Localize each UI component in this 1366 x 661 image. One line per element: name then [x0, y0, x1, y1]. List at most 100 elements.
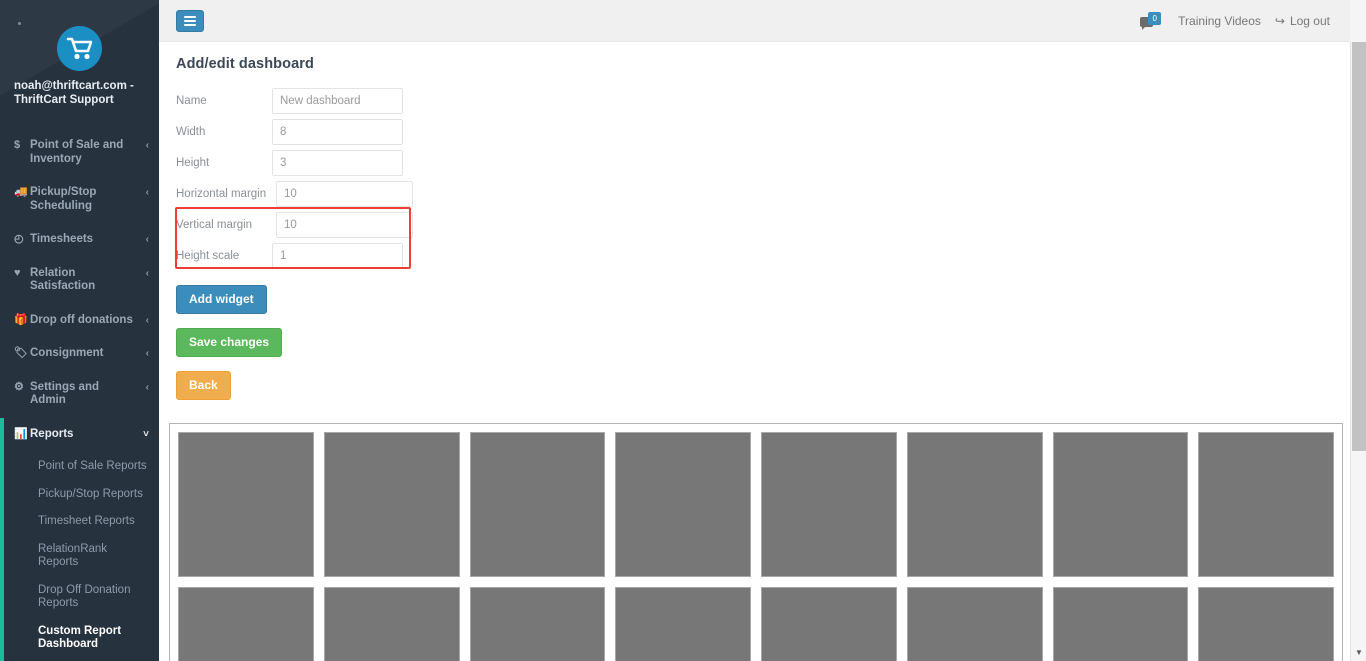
chevron-left-icon: ‹ — [145, 140, 149, 151]
height-scale-input[interactable] — [272, 242, 403, 269]
grid-cell[interactable] — [469, 587, 606, 661]
sidebar-item-label: Relation Satisfaction — [30, 266, 96, 293]
grid-cell[interactable] — [906, 587, 1043, 661]
grid-cell[interactable] — [323, 432, 460, 577]
sidebar-item-point-of-sale-and-inventory[interactable]: $ Point of Sale and Inventory ‹ — [0, 129, 159, 176]
chevron-left-icon: ‹ — [145, 381, 149, 393]
notification-badge: 0 — [1148, 11, 1162, 25]
sidebar-item-pickup-stop-scheduling[interactable]: 🚚 Pickup/Stop Scheduling ‹ — [0, 176, 159, 223]
form-row-height: Height — [176, 147, 576, 178]
height-scale-label: Height scale — [176, 249, 240, 262]
sidebar-item-reports[interactable]: 📊 Reports ˅ — [0, 418, 159, 452]
name-input[interactable] — [272, 87, 403, 114]
main-area: 0 Training Videos ↪ Log out Add/edit das… — [159, 0, 1366, 661]
sidebar-brand: noah@thriftcart.com - ThriftCart Support — [0, 0, 159, 121]
sidebar-subitem-relationrank-reports[interactable]: RelationRank Reports — [0, 536, 159, 577]
form-row-width: Width — [176, 116, 576, 147]
notifications-button[interactable]: 0 — [1140, 10, 1164, 32]
gift-icon: 🎁 — [14, 313, 28, 326]
training-videos-link[interactable]: Training Videos — [1178, 14, 1261, 28]
logout-label: Log out — [1289, 13, 1330, 28]
height-input[interactable] — [272, 149, 403, 176]
topbar-scrollbar-cap — [1350, 0, 1366, 42]
sidebar-user-info: noah@thriftcart.com - ThriftCart Support — [0, 79, 159, 107]
sidebar-user-email: noah@thriftcart.com - — [14, 80, 134, 92]
sidebar-item-label: Drop off donations — [30, 313, 133, 326]
grid-cell[interactable] — [761, 587, 897, 661]
chevron-left-icon: ‹ — [145, 187, 149, 198]
shopping-cart-icon — [57, 26, 102, 71]
grid-cell[interactable] — [1052, 587, 1189, 661]
grid-cell[interactable] — [323, 587, 460, 661]
add-widget-button[interactable]: Add widget — [176, 285, 267, 314]
form-row-vertical-margin: Vertical margin — [176, 209, 576, 240]
scrollbar-thumb[interactable] — [1352, 19, 1366, 451]
horizontal-margin-input[interactable] — [276, 180, 413, 207]
top-bar: 0 Training Videos ↪ Log out — [159, 0, 1366, 42]
sidebar-item-label: Point of Sale and Inventory — [30, 139, 124, 165]
page-title: Add/edit dashboard — [176, 56, 314, 72]
scroll-down-arrow-icon[interactable]: ▼ — [1351, 644, 1366, 661]
chevron-left-icon: ‹ — [145, 234, 149, 245]
sidebar-group-reports: 📊 Reports ˅ Point of Sale Reports Pickup… — [0, 417, 159, 661]
chevron-left-icon: ‹ — [145, 267, 149, 279]
sidebar-user-org: ThriftCart Support — [14, 94, 114, 106]
sidebar: noah@thriftcart.com - ThriftCart Support… — [0, 0, 159, 661]
sidebar-item-relation-satisfaction[interactable]: ♥ Relation Satisfaction ‹ — [0, 257, 159, 304]
truck-icon: 🚚 — [14, 186, 28, 198]
bar-chart-icon: 📊 — [14, 427, 28, 440]
sidebar-item-label: Timesheets — [30, 233, 94, 245]
sidebar-item-label: Reports — [30, 427, 74, 440]
width-label: Width — [176, 125, 206, 138]
grid-cell[interactable] — [1052, 432, 1189, 577]
heart-icon: ♥ — [14, 266, 21, 279]
name-label: Name — [176, 94, 207, 107]
chevron-left-icon: ‹ — [145, 348, 149, 359]
grid-cell[interactable] — [178, 587, 314, 661]
grid-rows — [178, 432, 1334, 661]
back-button[interactable]: Back — [176, 371, 231, 400]
training-videos-label: Training Videos — [1178, 13, 1261, 28]
page-scrollbar[interactable]: ▲ ▼ — [1350, 0, 1366, 661]
sidebar-subitem-timesheet-reports[interactable]: Timesheet Reports — [0, 508, 159, 536]
sidebar-subitem-custom-report-dashboard[interactable]: Custom Report Dashboard — [0, 618, 159, 659]
sidebar-item-label: Consignment — [30, 347, 104, 359]
hamburger-bars — [184, 14, 196, 28]
tag-icon: 🏷 — [14, 347, 28, 359]
sidebar-subitem-pickup-stop-reports[interactable]: Pickup/Stop Reports — [0, 481, 159, 509]
grid-cell[interactable] — [178, 432, 314, 577]
grid-cell[interactable] — [1198, 587, 1334, 661]
sidebar-item-timesheets[interactable]: ◴ Timesheets ‹ — [0, 223, 159, 257]
sidebar-item-label: Settings and Admin — [30, 380, 100, 407]
sidebar-nav: $ Point of Sale and Inventory ‹ 🚚 Pickup… — [0, 129, 159, 661]
grid-cell[interactable] — [469, 432, 606, 577]
back-button-wrap: Back — [176, 371, 1366, 400]
hamburger-menu-icon[interactable] — [176, 9, 204, 32]
sidebar-subitem-point-of-sale-reports[interactable]: Point of Sale Reports — [0, 453, 159, 481]
form-row-horizontal-margin: Horizontal margin — [176, 178, 576, 209]
gear-icon: ⚙ — [14, 380, 24, 393]
grid-cell[interactable] — [615, 587, 751, 661]
width-input[interactable] — [272, 118, 403, 145]
horizontal-margin-label: Horizontal margin — [176, 187, 267, 200]
height-label: Height — [176, 156, 210, 169]
sidebar-item-consignment[interactable]: 🏷 Consignment ‹ — [0, 337, 159, 371]
save-changes-button[interactable]: Save changes — [176, 328, 283, 357]
form-row-name: Name — [176, 85, 576, 116]
grid-cell[interactable] — [615, 432, 751, 577]
add-widget-button-wrap: Add widget — [176, 285, 1366, 314]
logout-link[interactable]: ↪ Log out — [1275, 14, 1330, 28]
grid-cell[interactable] — [906, 432, 1043, 577]
grid-cell[interactable] — [1198, 432, 1334, 577]
sidebar-item-drop-off-donations[interactable]: 🎁 Drop off donations ‹ — [0, 304, 159, 338]
grid-cell[interactable] — [761, 432, 897, 577]
app-root: noah@thriftcart.com - ThriftCart Support… — [0, 0, 1366, 661]
content-area: Add/edit dashboard Name Width Height — [159, 42, 1366, 661]
chevron-down-icon: ˅ — [143, 428, 149, 440]
sign-out-icon: ↪ — [1274, 13, 1285, 28]
sidebar-item-label: Pickup/Stop Scheduling — [30, 186, 97, 212]
dashboard-grid-preview[interactable] — [169, 423, 1343, 661]
vertical-margin-input[interactable] — [276, 211, 413, 238]
sidebar-item-settings-and-admin[interactable]: ⚙ Settings and Admin ‹ — [0, 371, 159, 418]
sidebar-subitem-drop-off-donation-reports[interactable]: Drop Off Donation Reports — [0, 577, 159, 618]
